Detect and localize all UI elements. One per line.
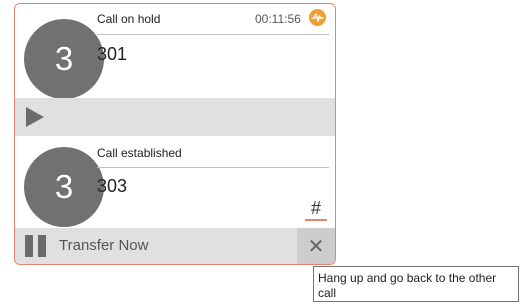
call-number: 301 (97, 44, 128, 64)
call-card: 3 Call on hold 00:11:56 301 3 Call estab… (14, 3, 336, 265)
resume-call-button[interactable] (23, 105, 47, 129)
active-call-actions: Transfer Now ✕ (15, 228, 335, 264)
hang-up-close-button[interactable]: ✕ (297, 228, 335, 264)
dialpad-button[interactable]: # (305, 198, 327, 221)
call-panel-root: 3 Call on hold 00:11:56 301 3 Call estab… (0, 0, 522, 305)
call-status: Call established (97, 146, 182, 160)
play-icon (26, 107, 44, 127)
hold-call-button[interactable] (25, 234, 49, 258)
call-number: 303 (97, 176, 128, 196)
pause-icon (25, 235, 46, 257)
divider (97, 34, 329, 35)
active-call-section: 3 Call established 303 # (15, 142, 335, 228)
divider (97, 167, 329, 168)
held-call-actions (15, 98, 335, 136)
transfer-now-button[interactable]: Transfer Now (59, 237, 148, 254)
call-status: Call on hold (97, 12, 161, 26)
held-call-section: 3 Call on hold 00:11:56 301 (15, 4, 335, 99)
hold-activity-icon (309, 9, 326, 26)
avatar: 3 (24, 147, 104, 227)
avatar: 3 (24, 19, 104, 99)
close-icon: ✕ (307, 235, 325, 258)
call-timer: 00:11:56 (255, 12, 301, 26)
tooltip: Hang up and go back to the other call (313, 266, 519, 302)
